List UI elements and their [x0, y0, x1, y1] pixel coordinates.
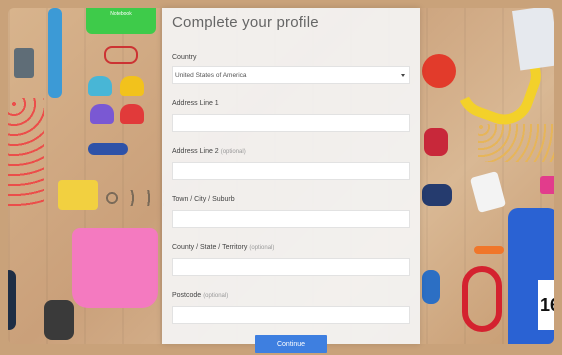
race-bib: 16 [538, 280, 554, 330]
page-title: Complete your profile [172, 14, 319, 31]
sunglasses [88, 143, 128, 155]
county-label-text: County / State / Territory [172, 244, 248, 251]
headphones [462, 266, 502, 332]
county-input[interactable] [172, 258, 410, 276]
address-line-1-input[interactable] [172, 114, 410, 132]
map [512, 8, 554, 71]
white-sock [469, 170, 507, 214]
paddle [422, 54, 456, 88]
yellow-heart-box [120, 76, 144, 96]
optional-hint: (optional) [220, 149, 246, 155]
scissors [104, 46, 138, 64]
dark-circle [8, 270, 16, 330]
country-select[interactable]: United States of America [172, 66, 410, 84]
country-value: United States of America [175, 72, 247, 79]
red-heart-box [120, 104, 144, 124]
county-label: County / State / Territory (optional) [172, 244, 274, 251]
pink-box [540, 176, 554, 194]
pink-shorts [72, 228, 158, 308]
optional-hint: (optional) [249, 245, 275, 251]
nuts [478, 124, 554, 162]
country-label: Country [172, 54, 197, 61]
yellow-pouch [58, 180, 98, 210]
optional-hint: (optional) [203, 293, 229, 299]
postcode-label: Postcode (optional) [172, 292, 228, 299]
purple-heart-box [90, 104, 114, 124]
town-input[interactable] [172, 210, 410, 228]
postcode-input[interactable] [172, 306, 410, 324]
green-tag: Notebook [86, 8, 156, 34]
chevron-down-icon [401, 74, 405, 77]
orange-tube [474, 246, 504, 254]
blue-cap [422, 270, 440, 304]
glove [44, 300, 74, 340]
address-line-2-label-text: Address Line 2 [172, 148, 219, 155]
address-line-2-label: Address Line 2 (optional) [172, 148, 246, 155]
address-line-1-label: Address Line 1 [172, 100, 219, 107]
profile-form-panel: Complete your profile Country United Sta… [162, 8, 420, 353]
shoe-navy [422, 184, 452, 206]
rings-row [104, 190, 164, 206]
cup [14, 48, 34, 78]
beads-column [8, 98, 44, 208]
postcode-label-text: Postcode [172, 292, 202, 299]
lanyard-strap [48, 8, 62, 98]
town-label: Town / City / Suburb [172, 196, 235, 203]
blue-heart-box [88, 76, 112, 96]
address-line-2-input[interactable] [172, 162, 410, 180]
continue-button[interactable]: Continue [255, 335, 327, 353]
shoe-red [424, 128, 448, 156]
